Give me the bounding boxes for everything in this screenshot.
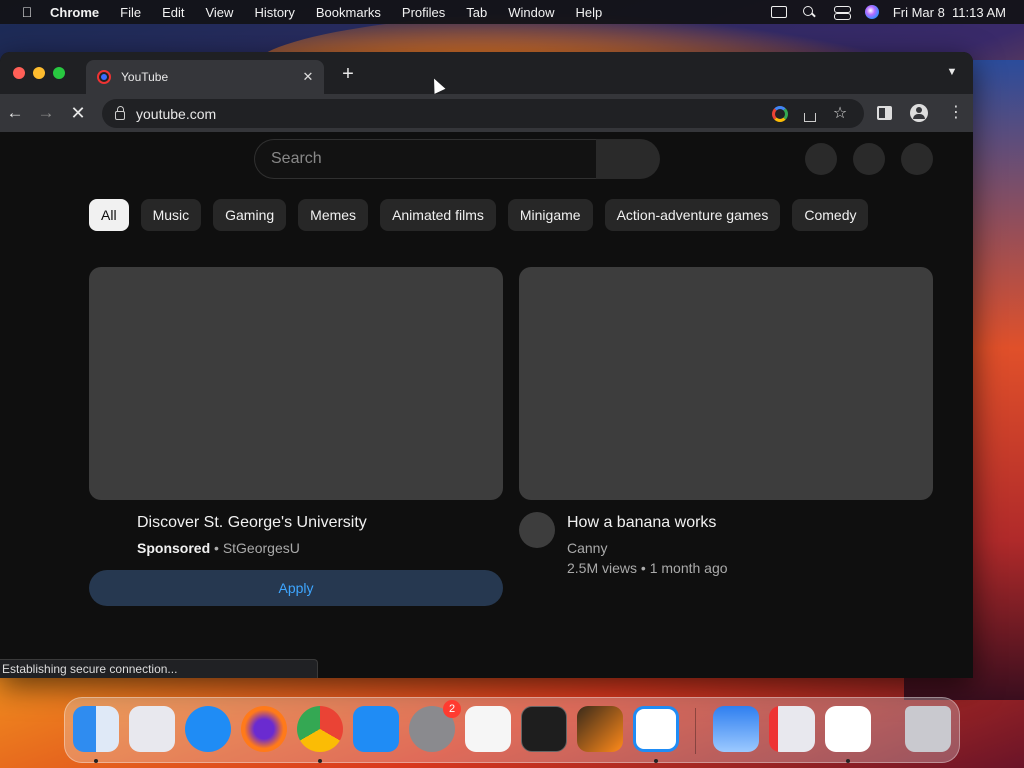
menu-bookmarks[interactable]: Bookmarks [316,5,381,20]
garageband-icon[interactable] [577,706,623,752]
weather-icon[interactable] [713,706,759,752]
new-tab-button[interactable]: + [338,64,358,84]
status-bubble: Establishing secure connection... [0,659,318,678]
menu-view[interactable]: View [205,5,233,20]
control-center-icon[interactable] [833,5,851,20]
chip-all[interactable]: All [89,199,129,231]
menu-profiles[interactable]: Profiles [402,5,445,20]
ad-channel[interactable]: StGeorgesU [223,540,300,556]
menu-edit[interactable]: Edit [162,5,184,20]
tab-search-chevron-icon[interactable]: ▼ [945,66,959,80]
menu-history[interactable]: History [254,5,294,20]
chip-minigame[interactable]: Minigame [507,199,593,231]
menu-bar:  Chrome File Edit View History Bookmark… [0,0,1024,24]
siri-icon[interactable] [864,5,879,19]
dock-separator [695,708,696,754]
ad-meta: Sponsored • StGeorgesU [137,540,300,556]
fullscreen-window-button[interactable] [53,67,65,79]
close-window-button[interactable] [13,67,25,79]
tab-strip: YouTube ✕ + ▼ [0,52,973,94]
running-indicator [654,759,658,763]
chip-comedy[interactable]: Comedy [792,199,869,231]
youtube-search-input[interactable]: Search [254,139,597,179]
menu-app-name[interactable]: Chrome [50,5,99,20]
chrome-icon[interactable] [297,706,343,752]
chip-animated-films[interactable]: Animated films [380,199,496,231]
menu-tab[interactable]: Tab [466,5,487,20]
app-store-icon[interactable] [353,706,399,752]
stop-loading-icon[interactable]: ✕ [67,102,89,124]
kebab-menu-icon[interactable]: ⋮ [948,104,964,122]
ad-thumbnail[interactable] [89,267,503,500]
dock: 2 [64,697,960,763]
youtube-search-button[interactable] [596,139,660,179]
browser-toolbar: ← → ✕ youtube.com ☆ ⋮ [0,94,973,132]
parallels-icon[interactable] [769,706,815,752]
screen-mirroring-icon[interactable] [770,6,787,18]
terminal-icon[interactable] [521,706,567,752]
tab-youtube[interactable]: YouTube ✕ [86,60,324,94]
channel-avatar[interactable] [519,512,555,548]
header-button-placeholder-2[interactable] [853,143,885,175]
lock-icon[interactable] [115,106,125,120]
back-arrow-icon[interactable]: ← [4,102,26,124]
video-stats: 2.5M views • 1 month ago [567,560,728,576]
menu-bar-clock[interactable]: Fri Mar 8 11:13 AM [893,5,1006,20]
running-indicator [846,759,850,763]
side-panel-icon[interactable] [877,106,892,120]
settings-badge: 2 [443,700,461,718]
header-button-placeholder-1[interactable] [805,143,837,175]
menu-bar-extras: Fri Mar 8 11:13 AM [770,0,1006,24]
category-chips: All Music Gaming Memes Animated films Mi… [89,199,869,231]
video-card[interactable]: How a banana works Canny 2.5M views • 1 … [519,267,933,576]
search-placeholder: Search [271,150,322,167]
profile-avatar-icon[interactable] [910,104,928,122]
minimize-window-button[interactable] [33,67,45,79]
header-button-placeholder-3[interactable] [901,143,933,175]
chip-gaming[interactable]: Gaming [213,199,287,231]
chip-memes[interactable]: Memes [298,199,369,231]
menu-file[interactable]: File [120,5,141,20]
system-settings-icon[interactable]: 2 [409,700,461,752]
tab-title: YouTube [121,70,169,84]
chip-music[interactable]: Music [140,199,202,231]
share-icon[interactable] [804,113,816,122]
browser-window: YouTube ✕ + ▼ ← → ✕ youtube.com ☆ ⋮ Sear… [0,52,973,678]
close-tab-icon[interactable]: ✕ [300,69,316,85]
video-title[interactable]: How a banana works [567,514,927,532]
youtube-favicon-icon [97,70,111,84]
forward-arrow-icon[interactable]: → [35,102,57,124]
menu-window[interactable]: Window [508,5,554,20]
sponsored-label: Sponsored [137,540,211,556]
textedit-icon[interactable] [465,706,511,752]
video-channel[interactable]: Canny [567,540,607,556]
address-bar-url[interactable]: youtube.com [136,106,772,122]
address-bar[interactable]: youtube.com ☆ [102,99,864,128]
running-indicator [94,759,98,763]
sponsored-ad-card[interactable]: Discover St. George's University Sponsor… [89,267,503,606]
apply-button[interactable]: Apply [89,570,503,606]
google-lens-icon[interactable] [772,105,788,122]
youtube-page: Search All Music Gaming Memes Animated f… [0,132,973,678]
safari-icon[interactable] [185,706,231,752]
running-indicator [318,759,322,763]
launchpad-icon[interactable] [129,706,175,752]
firefox-icon[interactable] [241,706,287,752]
bookmark-star-icon[interactable]: ☆ [832,105,848,122]
trash-icon[interactable] [905,706,951,752]
apple-menu-icon[interactable]:  [18,4,36,20]
video-thumbnail[interactable] [519,267,933,500]
spotlight-search-icon[interactable] [801,5,819,19]
meta-separator: • [210,540,223,556]
ad-title[interactable]: Discover St. George's University [137,514,497,532]
pycharm-ce-icon[interactable] [825,706,871,752]
chip-action-adventure-games[interactable]: Action-adventure games [604,199,781,231]
finder-icon[interactable] [73,706,119,752]
menu-help[interactable]: Help [576,5,603,20]
vscode-icon[interactable] [633,706,679,752]
